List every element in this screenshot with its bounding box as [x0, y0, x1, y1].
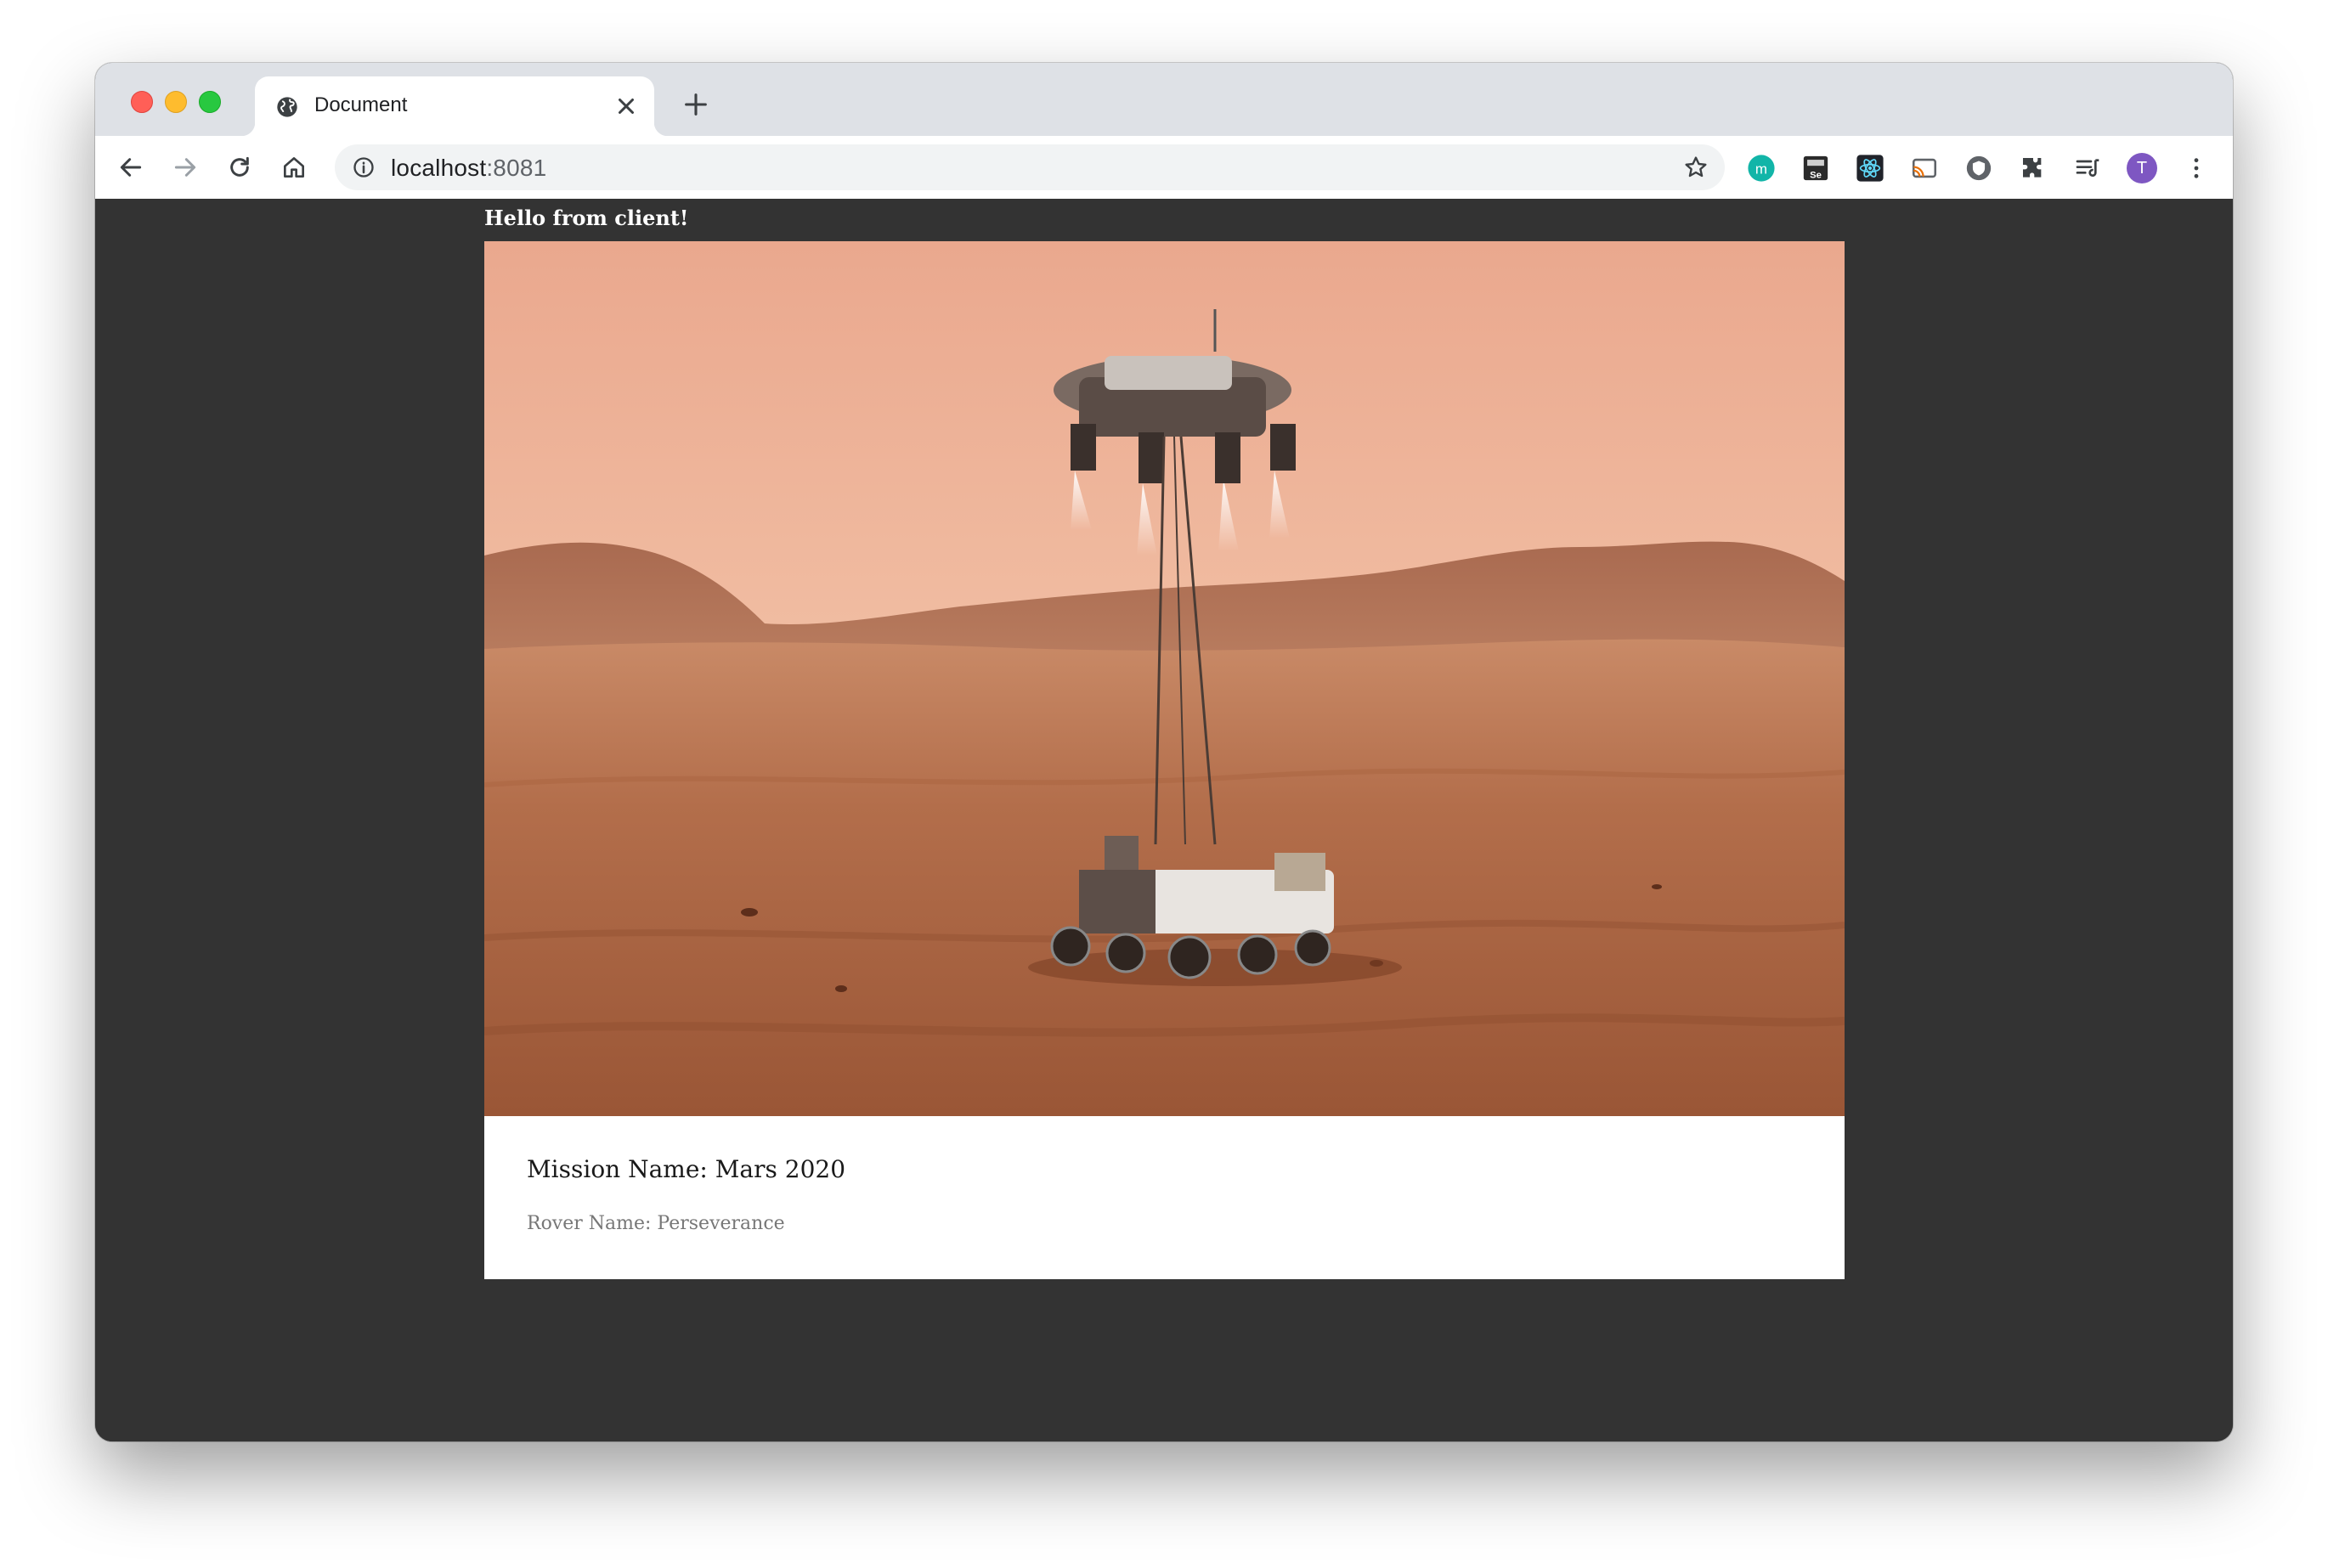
browser-window: Document localhost:8081 m Se T Hello fro…: [95, 63, 2233, 1441]
reload-button[interactable]: [223, 150, 257, 184]
url-text[interactable]: localhost:8081: [391, 155, 546, 182]
address-bar[interactable]: localhost:8081: [335, 144, 1725, 190]
reload-icon: [230, 156, 249, 177]
mission-card: Mission Name: Mars 2020 Rover Name: Pers…: [484, 241, 1845, 1279]
svg-text:Se: Se: [1810, 170, 1822, 180]
home-button[interactable]: [277, 150, 311, 184]
home-icon: [284, 157, 304, 178]
cast-icon[interactable]: [1908, 152, 1941, 184]
url-host: localhost: [391, 155, 487, 181]
greeting-text: Hello from client!: [484, 206, 689, 230]
tab-title: Document: [314, 93, 408, 116]
url-port: :8081: [486, 155, 547, 181]
browser-menu-button[interactable]: [2180, 152, 2212, 184]
maximize-window-button[interactable]: [199, 91, 221, 113]
forward-arrow-icon: [174, 158, 196, 177]
forward-button[interactable]: [168, 150, 202, 184]
profile-avatar[interactable]: T: [2126, 152, 2158, 184]
info-icon[interactable]: [352, 155, 376, 179]
back-arrow-icon: [120, 158, 142, 177]
svg-text:m: m: [1755, 161, 1767, 177]
tab-strip: Document: [95, 63, 2233, 136]
profile-initial: T: [2127, 153, 2157, 183]
close-tab-icon[interactable]: [613, 93, 639, 119]
react-devtools-icon[interactable]: [1854, 152, 1886, 184]
back-button[interactable]: [114, 150, 148, 184]
selenium-icon[interactable]: Se: [1800, 152, 1832, 184]
page-viewport: Hello from client! Mission Name: Mars 20…: [95, 199, 2233, 1441]
kebab-menu-icon: [2194, 158, 2199, 178]
extensions-puzzle-icon[interactable]: [2017, 152, 2049, 184]
reading-list-icon[interactable]: [2071, 152, 2104, 184]
mission-name: Mission Name: Mars 2020: [527, 1155, 846, 1183]
tab-document[interactable]: Document: [241, 76, 668, 136]
new-tab-icon[interactable]: [681, 90, 710, 119]
rover-name: Rover Name: Perseverance: [527, 1213, 785, 1234]
privacy-badger-icon[interactable]: [1963, 152, 1995, 184]
minimize-window-button[interactable]: [165, 91, 187, 113]
close-window-button[interactable]: [131, 91, 153, 113]
monica-icon[interactable]: m: [1745, 152, 1777, 184]
mission-image: [484, 241, 1845, 1116]
globe-icon: [277, 97, 297, 117]
browser-toolbar: localhost:8081 m Se T: [95, 136, 2233, 200]
bookmark-star-icon[interactable]: [1682, 154, 1709, 181]
